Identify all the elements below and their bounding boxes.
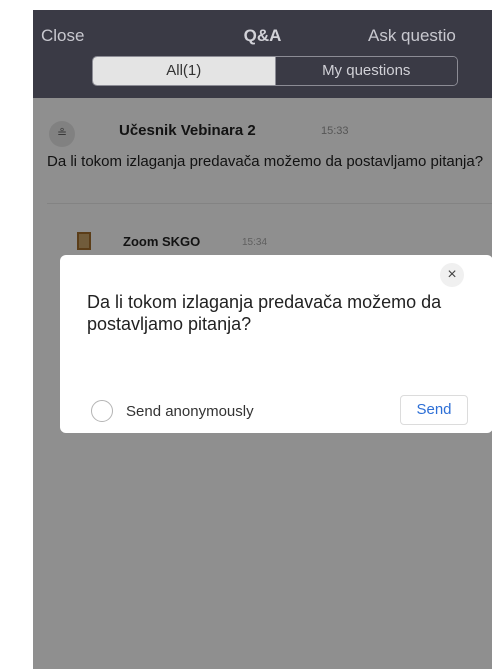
tab-my-questions[interactable]: My questions [274, 57, 457, 85]
ask-question-dialog: × Da li tokom izlaganja predavača možemo… [60, 255, 492, 433]
send-anonymously-radio[interactable] [91, 400, 113, 422]
qa-header: Close Q&A Ask questio All(1) My question… [33, 10, 492, 98]
send-button[interactable]: Send [400, 395, 468, 425]
tab-all[interactable]: All(1) [93, 57, 275, 85]
qa-screen: Close Q&A Ask questio All(1) My question… [33, 10, 492, 669]
send-anonymously-label[interactable]: Send anonymously [126, 403, 254, 420]
question-input[interactable]: Da li tokom izlaganja predavača možemo d… [87, 291, 467, 335]
qa-tabs: All(1) My questions [92, 56, 458, 86]
ask-question-button[interactable]: Ask questio [368, 26, 456, 46]
close-icon[interactable]: × [440, 263, 464, 287]
